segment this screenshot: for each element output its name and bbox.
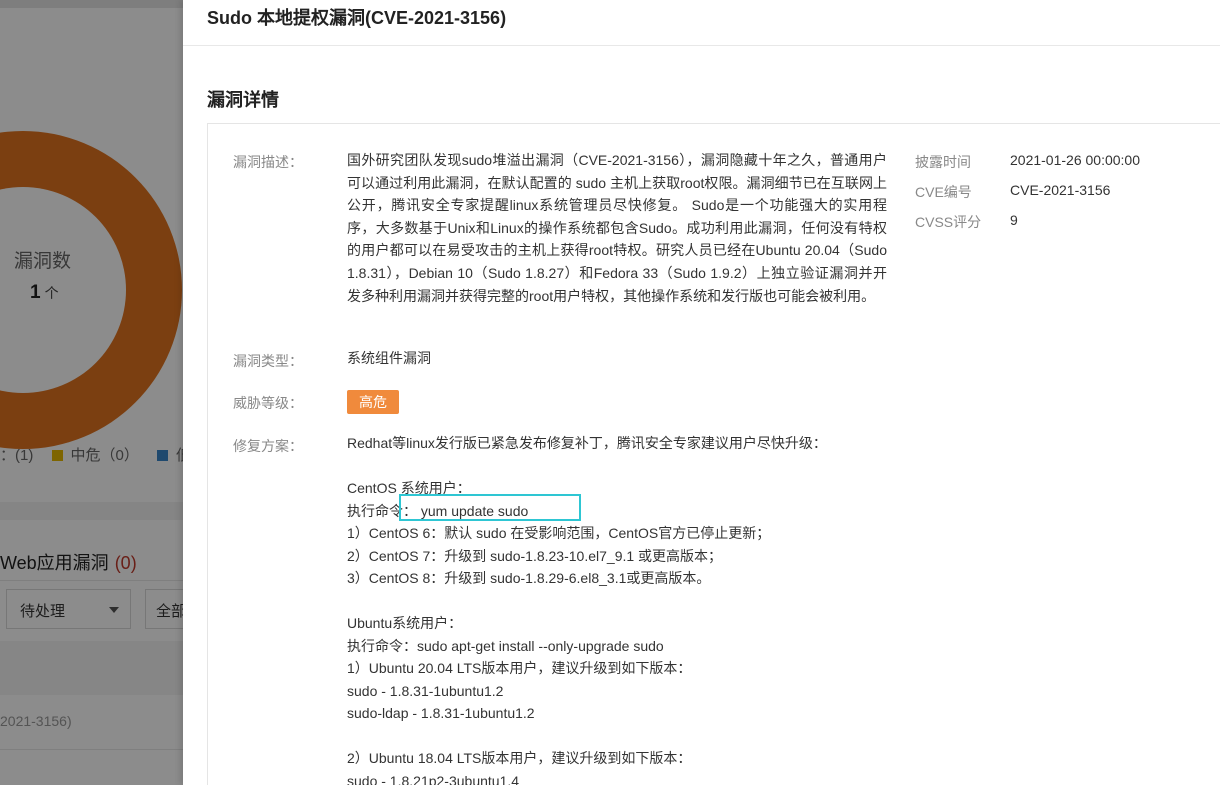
fix-line: 2）CentOS 7：升级到 sudo-1.8.23-10.el7_9.1 或更…	[347, 547, 723, 564]
disclosure-time-label: 披露时间	[915, 154, 971, 170]
cvss-score-label: CVSS评分	[915, 214, 982, 230]
description-label: 漏洞描述：	[233, 154, 303, 170]
fix-line-spacer	[347, 725, 907, 748]
fix-line: sudo-ldap - 1.8.31-1ubuntu1.2	[347, 705, 535, 721]
cve-id-value: CVE-2021-3156	[1010, 182, 1111, 198]
section-title: 漏洞详情	[207, 90, 279, 110]
fix-line: sudo - 1.8.21p2-3ubuntu1.4	[347, 772, 520, 785]
fix-line: 2）Ubuntu 18.04 LTS版本用户，建议升级到如下版本：	[347, 750, 692, 766]
fix-line-spacer	[347, 455, 907, 478]
fix-line: 执行命令：sudo apt-get install --only-upgrade…	[347, 637, 664, 654]
modal-mask[interactable]	[0, 0, 183, 785]
detail-panel: 漏洞描述： 国外研究团队发现sudo堆溢出漏洞（CVE-2021-3156），漏…	[207, 123, 1220, 785]
description-text: 国外研究团队发现sudo堆溢出漏洞（CVE-2021-3156），漏洞隐藏十年之…	[347, 152, 887, 304]
type-label: 漏洞类型：	[233, 353, 303, 369]
fix-line: 3）CentOS 8：升级到 sudo-1.8.29-6.el8_3.1或更高版…	[347, 570, 711, 586]
disclosure-time-value: 2021-01-26 00:00:00	[1010, 152, 1140, 168]
fix-line: Ubuntu系统用户：	[347, 615, 463, 631]
fix-line: 1）Ubuntu 20.04 LTS版本用户，建议升级到如下版本：	[347, 660, 692, 676]
fix-label: 修复方案：	[233, 438, 303, 454]
fix-line: Redhat等linux发行版已紧急发布修复补丁，腾讯安全专家建议用户尽快升级：	[347, 435, 827, 451]
fix-line-spacer	[347, 590, 907, 613]
threat-level-badge: 高危	[347, 390, 399, 414]
cve-id-label: CVE编号	[915, 184, 972, 200]
fix-plan-text: Redhat等linux发行版已紧急发布修复补丁，腾讯安全专家建议用户尽快升级：…	[347, 432, 907, 785]
threat-label: 威胁等级：	[233, 395, 303, 411]
drawer-title: Sudo 本地提权漏洞(CVE-2021-3156)	[207, 8, 507, 28]
cvss-score-value: 9	[1010, 212, 1018, 228]
vulnerability-detail-drawer: Sudo 本地提权漏洞(CVE-2021-3156) 漏洞详情 漏洞描述： 国外…	[183, 0, 1220, 785]
drawer-header: Sudo 本地提权漏洞(CVE-2021-3156)	[183, 0, 1220, 46]
fix-line: 1）CentOS 6：默认 sudo 在受影响范围，CentOS官方已停止更新；	[347, 525, 771, 541]
fix-line: sudo - 1.8.31-1ubuntu1.2	[347, 682, 504, 699]
type-value: 系统组件漏洞	[347, 350, 431, 366]
highlight-box	[399, 494, 581, 521]
